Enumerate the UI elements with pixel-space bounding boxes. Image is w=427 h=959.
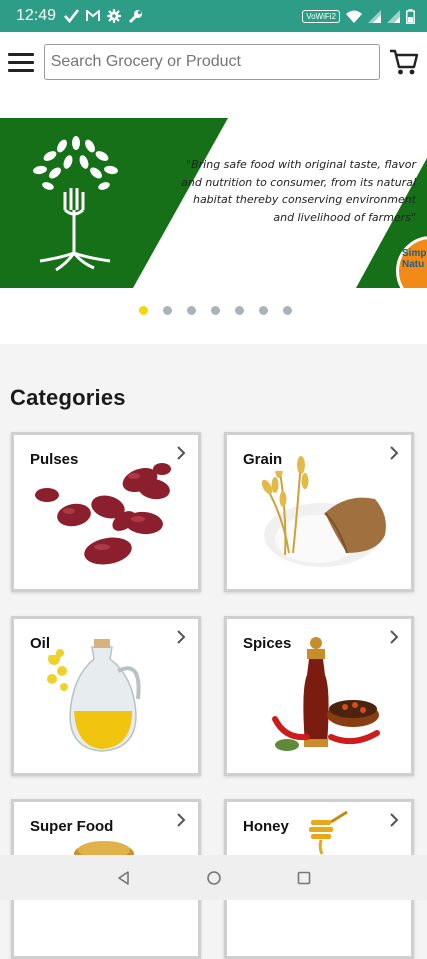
category-card-spices[interactable]: Spices [224,616,414,776]
category-card-pulses[interactable]: Pulses [11,432,201,592]
brand-logo-text: Simp Natu [402,248,427,270]
carousel-dot[interactable] [211,306,220,315]
categories-heading: Categories [10,385,126,410]
category-label: Super Food [26,816,120,838]
carousel-dot[interactable] [187,306,196,315]
promo-banner[interactable]: "Bring safe food with original taste, fl… [0,118,427,288]
category-label: Honey [239,816,295,838]
category-card-oil[interactable]: Oil [11,616,201,776]
search-input[interactable] [43,44,380,80]
home-icon[interactable] [202,866,226,890]
chevron-right-icon [176,812,186,833]
status-bar: 12:49 VoWiFi2 [0,0,427,32]
gear-icon [107,9,122,23]
chevron-right-icon [176,629,186,650]
wifi-icon [346,10,362,23]
signal-icon [368,9,381,23]
battery-icon [406,8,415,24]
category-label: Spices [239,633,298,655]
system-nav-bar [0,855,427,900]
chevron-right-icon [389,812,399,833]
banner-area: "Bring safe food with original taste, fl… [0,92,427,344]
shopping-cart-icon[interactable] [389,46,419,78]
wrench-icon [128,9,143,24]
category-card-grain[interactable]: Grain [224,432,414,592]
carousel-dot[interactable] [283,306,292,315]
status-notification-icons [64,9,143,24]
hamburger-menu-icon[interactable] [8,48,36,76]
banner-quote: "Bring safe food with original taste, fl… [181,158,416,224]
status-time: 12:49 [16,7,57,24]
gmail-icon [86,10,101,22]
volte-badge: VoWiFi2 [302,9,340,23]
carousel-dot[interactable] [259,306,268,315]
category-label: Pulses [26,449,85,471]
chevron-right-icon [389,445,399,466]
signal-icon-2 [387,9,400,23]
carousel-dots [0,306,427,315]
app-header [0,32,427,92]
back-icon[interactable] [112,866,136,890]
recents-icon[interactable] [292,866,316,890]
carousel-dot[interactable] [235,306,244,315]
status-system-icons: VoWiFi2 [302,8,415,24]
chevron-right-icon [176,445,186,466]
tree-fork-logo [33,136,118,272]
carousel-dot[interactable] [163,306,172,315]
category-label: Oil [26,633,57,655]
chevron-right-icon [389,629,399,650]
check-icon [64,9,80,23]
category-label: Grain [239,449,289,471]
carousel-dot[interactable] [139,306,148,315]
